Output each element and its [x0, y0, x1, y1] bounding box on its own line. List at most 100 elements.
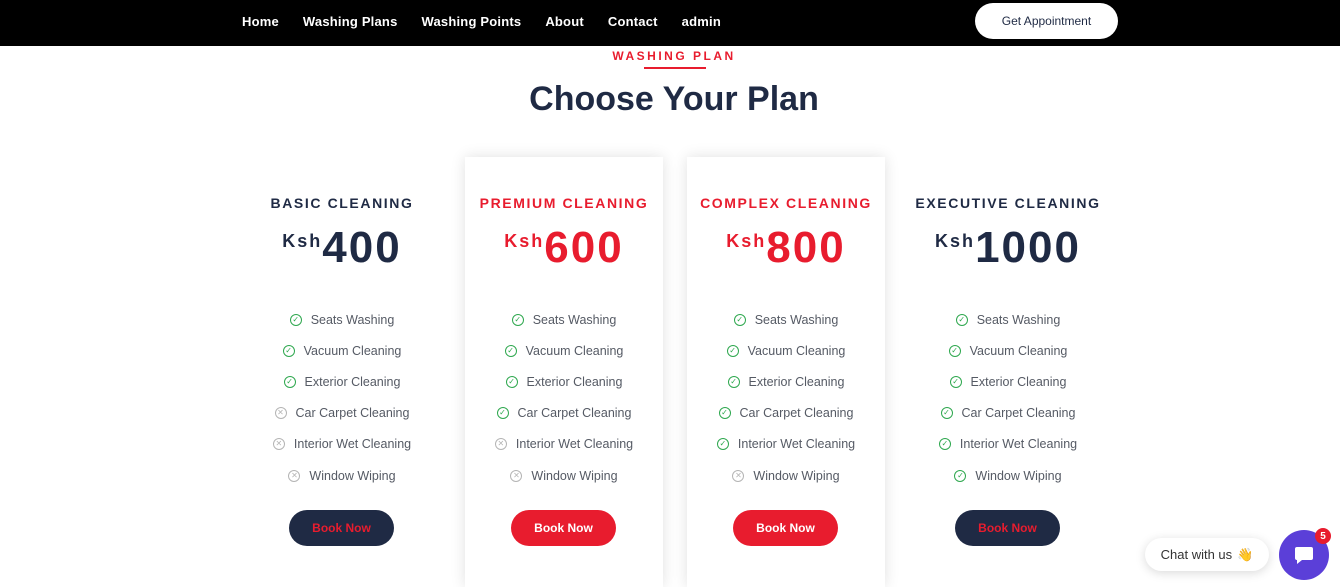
nav-contact-link[interactable]: Contact: [608, 14, 658, 29]
feature-label: Vacuum Cleaning: [747, 343, 846, 358]
plan-price: Ksh800: [687, 223, 885, 273]
feature-item: ✓ Seats Washing: [243, 304, 441, 335]
feature-label: Window Wiping: [753, 468, 840, 483]
plan-card-complex: COMPLEX CLEANING Ksh800 ✓ Seats Washing ✓ V…: [687, 157, 885, 587]
book-now-button[interactable]: Book Now: [511, 510, 616, 546]
plan-name: EXECUTIVE CLEANING: [915, 195, 1101, 211]
chat-icon: [1295, 547, 1313, 564]
chat-label: Chat with us: [1160, 547, 1233, 562]
check-circle-icon: ✓: [289, 313, 302, 326]
feature-item: ✕ Car Carpet Cleaning: [243, 398, 441, 429]
section-eyebrow: WASHING PLAN: [612, 49, 736, 63]
x-circle-icon: ✕: [732, 469, 745, 482]
x-circle-icon: ✕: [494, 438, 507, 451]
feature-label: Car Carpet Cleaning: [295, 406, 410, 421]
nav-home-link[interactable]: Home: [242, 14, 279, 29]
x-circle-icon: ✕: [272, 438, 285, 451]
feature-item: ✓ Vacuum Cleaning: [909, 335, 1107, 366]
feature-label: Interior Wet Cleaning: [737, 437, 856, 452]
get-appointment-button[interactable]: Get Appointment: [975, 3, 1118, 39]
nav-washing-points-link[interactable]: Washing Points: [422, 14, 522, 29]
book-now-button[interactable]: Book Now: [733, 510, 838, 546]
check-circle-icon: ✓: [505, 375, 518, 388]
plan-card-basic: BASIC CLEANING Ksh400 ✓ Seats Washing ✓ Vac…: [243, 157, 441, 587]
feature-item: ✓ Car Carpet Cleaning: [687, 398, 885, 429]
nav-about-link[interactable]: About: [545, 14, 584, 29]
feature-label: Exterior Cleaning: [748, 374, 845, 389]
feature-label: Interior Wet Cleaning: [293, 437, 412, 452]
feature-list: ✓ Seats Washing ✓ Vacuum Cleaning ✓ Exterior …: [909, 304, 1107, 491]
price-currency: Ksh: [935, 231, 976, 251]
feature-item: ✓ Interior Wet Cleaning: [687, 429, 885, 460]
plan-price: Ksh400: [243, 223, 441, 273]
book-now-button[interactable]: Book Now: [955, 510, 1060, 546]
x-circle-icon: ✕: [510, 469, 523, 482]
feature-label: Vacuum Cleaning: [303, 343, 402, 358]
check-circle-icon: ✓: [511, 313, 524, 326]
feature-label: Vacuum Cleaning: [525, 343, 624, 358]
feature-item: ✓ Vacuum Cleaning: [243, 335, 441, 366]
feature-label: Exterior Cleaning: [970, 374, 1067, 389]
check-circle-icon: ✓: [955, 313, 968, 326]
plan-name: BASIC CLEANING: [270, 195, 414, 211]
feature-label: Vacuum Cleaning: [969, 343, 1068, 358]
feature-label: Car Carpet Cleaning: [517, 406, 632, 421]
feature-label: Seats Washing: [976, 312, 1061, 327]
feature-item: ✓ Seats Washing: [909, 304, 1107, 335]
feature-label: Car Carpet Cleaning: [739, 406, 854, 421]
price-currency: Ksh: [282, 231, 323, 251]
feature-item: ✓ Exterior Cleaning: [465, 366, 663, 397]
feature-list: ✓ Seats Washing ✓ Vacuum Cleaning ✓ Exterior …: [243, 304, 441, 491]
x-circle-icon: ✕: [288, 469, 301, 482]
feature-item: ✕ Window Wiping: [465, 460, 663, 491]
book-now-button[interactable]: Book Now: [289, 510, 394, 546]
feature-item: ✕ Interior Wet Cleaning: [465, 429, 663, 460]
feature-list: ✓ Seats Washing ✓ Vacuum Cleaning ✓ Exterior …: [687, 304, 885, 491]
section-title: Choose Your Plan: [529, 80, 819, 118]
price-amount: 400: [322, 223, 402, 272]
x-circle-icon: ✕: [274, 407, 287, 420]
feature-label: Window Wiping: [975, 468, 1062, 483]
feature-item: ✓ Seats Washing: [465, 304, 663, 335]
feature-label: Seats Washing: [310, 312, 395, 327]
feature-item: ✓ Seats Washing: [687, 304, 885, 335]
feature-item: ✓ Car Carpet Cleaning: [465, 398, 663, 429]
plan-name: COMPLEX CLEANING: [700, 195, 872, 211]
waving-hand-icon: 👋: [1237, 546, 1254, 562]
check-circle-icon: ✓: [948, 344, 961, 357]
nav-washing-plans-link[interactable]: Washing Plans: [303, 14, 398, 29]
feature-item: ✕ Interior Wet Cleaning: [243, 429, 441, 460]
feature-label: Exterior Cleaning: [304, 374, 401, 389]
feature-item: ✓ Interior Wet Cleaning: [909, 429, 1107, 460]
chat-unread-badge: 5: [1315, 528, 1331, 544]
check-circle-icon: ✓: [726, 344, 739, 357]
check-circle-icon: ✓: [718, 407, 731, 420]
nav-admin-link[interactable]: admin: [682, 14, 721, 29]
feature-label: Window Wiping: [531, 468, 618, 483]
feature-item: ✓ Window Wiping: [909, 460, 1107, 491]
plan-price: Ksh1000: [909, 223, 1107, 273]
check-circle-icon: ✓: [496, 407, 509, 420]
feature-label: Exterior Cleaning: [526, 374, 623, 389]
feature-label: Car Carpet Cleaning: [961, 406, 1076, 421]
feature-label: Seats Washing: [532, 312, 617, 327]
plan-card-premium: PREMIUM CLEANING Ksh600 ✓ Seats Washing ✓ V…: [465, 157, 663, 587]
feature-item: ✓ Exterior Cleaning: [687, 366, 885, 397]
check-circle-icon: ✓: [940, 407, 953, 420]
feature-item: ✓ Car Carpet Cleaning: [909, 398, 1107, 429]
check-circle-icon: ✓: [727, 375, 740, 388]
eyebrow-underline: [644, 67, 706, 69]
feature-item: ✓ Exterior Cleaning: [243, 366, 441, 397]
feature-label: Seats Washing: [754, 312, 839, 327]
plan-price: Ksh600: [465, 223, 663, 273]
feature-label: Interior Wet Cleaning: [959, 437, 1078, 452]
price-currency: Ksh: [726, 231, 767, 251]
check-circle-icon: ✓: [504, 344, 517, 357]
feature-list: ✓ Seats Washing ✓ Vacuum Cleaning ✓ Exterior …: [465, 304, 663, 491]
chat-with-us-bubble[interactable]: Chat with us 👋: [1145, 538, 1269, 571]
feature-item: ✓ Vacuum Cleaning: [687, 335, 885, 366]
check-circle-icon: ✓: [282, 344, 295, 357]
check-circle-icon: ✓: [938, 438, 951, 451]
main-nav: Home Washing Plans Washing Points About …: [242, 0, 745, 42]
price-amount: 1000: [975, 223, 1081, 272]
